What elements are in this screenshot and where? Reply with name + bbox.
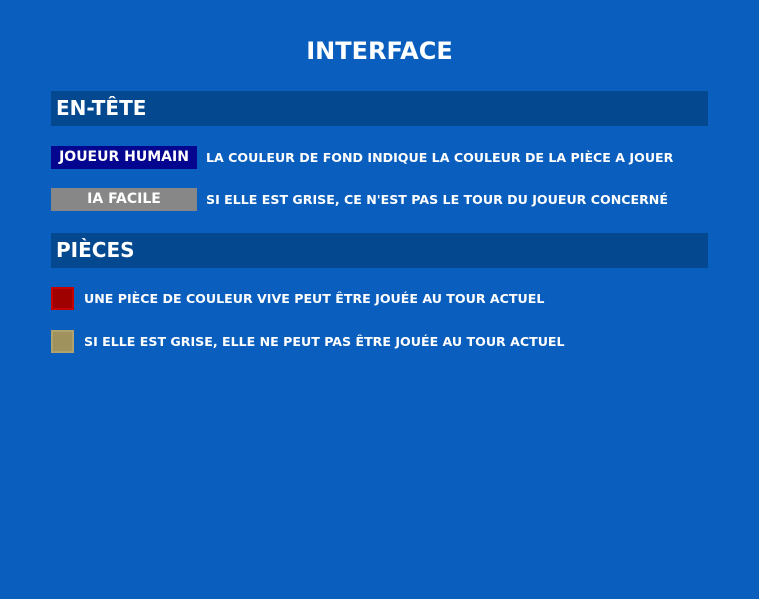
section-header-pieces: Pièces bbox=[51, 233, 708, 268]
ai-player-description: Si elle est grise, ce n'est pas le tour … bbox=[206, 192, 668, 207]
page-title: Interface bbox=[306, 37, 453, 65]
active-piece-swatch bbox=[51, 287, 74, 310]
section-header-en-tete: En-tête bbox=[51, 91, 708, 126]
human-player-description: La couleur de fond indique la couleur de… bbox=[206, 150, 674, 165]
legend-row-active-piece: Une pièce de couleur vive peut être joué… bbox=[51, 287, 544, 310]
ai-player-badge: IA Facile bbox=[51, 188, 197, 211]
inactive-piece-description: Si elle est grise, elle ne peut pas être… bbox=[84, 334, 565, 349]
legend-row-human-player: Joueur humain La couleur de fond indique… bbox=[51, 146, 673, 169]
legend-row-inactive-piece: Si elle est grise, elle ne peut pas être… bbox=[51, 330, 565, 353]
inactive-piece-swatch bbox=[51, 330, 74, 353]
legend-row-ai-player: IA Facile Si elle est grise, ce n'est pa… bbox=[51, 188, 668, 211]
active-piece-description: Une pièce de couleur vive peut être joué… bbox=[84, 291, 545, 306]
human-player-badge: Joueur humain bbox=[51, 146, 197, 169]
